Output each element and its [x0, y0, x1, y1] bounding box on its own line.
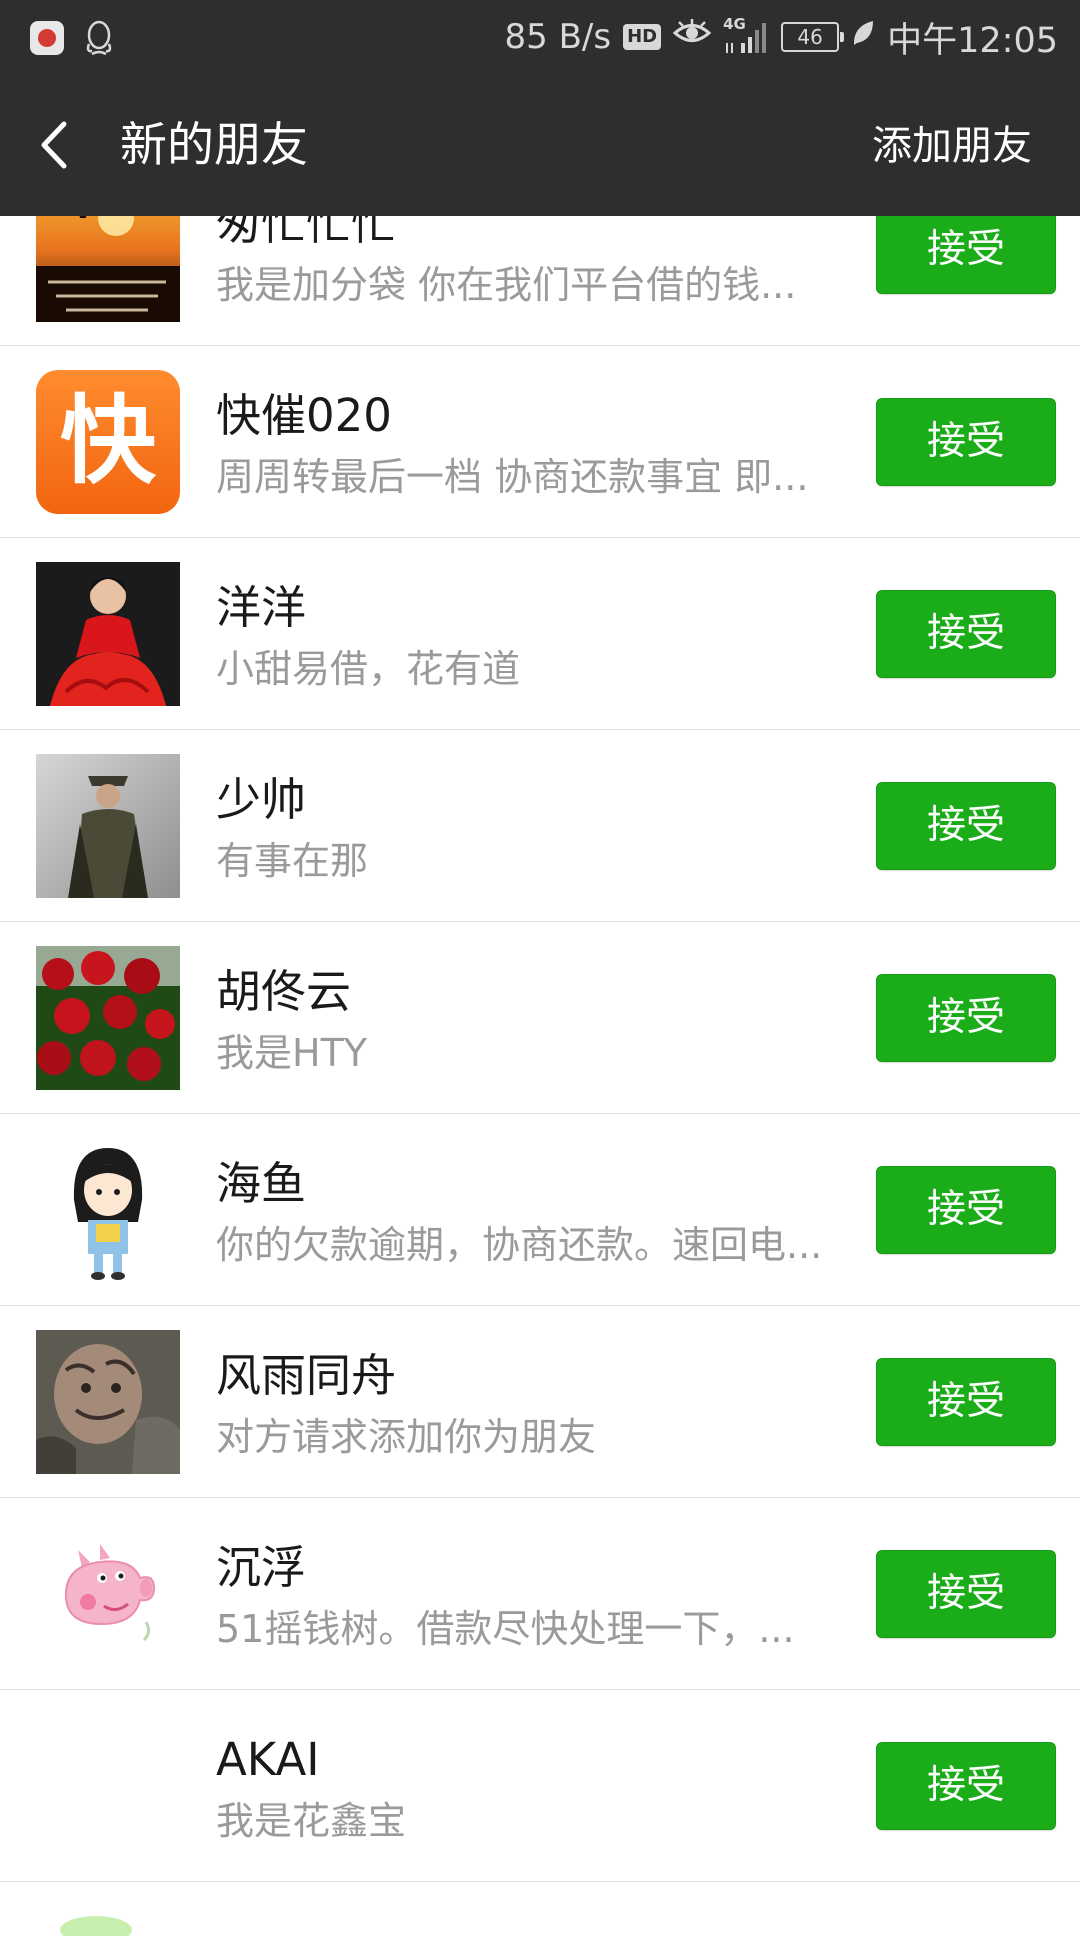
friend-message: 我是HTY	[216, 1031, 367, 1075]
avatar[interactable]	[36, 946, 180, 1090]
list-item[interactable]: AKAI 我是花鑫宝 接受	[0, 1690, 1080, 1882]
peppa-pig-icon	[36, 1522, 180, 1666]
friend-message: 对方请求添加你为朋友	[216, 1415, 597, 1459]
clock: 中午12:05	[887, 20, 1058, 61]
accept-button[interactable]: 接受	[876, 590, 1056, 678]
partial-avatar-icon	[36, 1900, 180, 1936]
status-bar-left	[30, 18, 114, 58]
avatar[interactable]	[36, 1138, 180, 1282]
avatar[interactable]	[36, 1522, 180, 1666]
friend-name: 快催020	[216, 389, 392, 442]
woman-red-dress-photo-icon	[36, 562, 180, 706]
accept-button[interactable]: 接受	[876, 782, 1056, 870]
list-item[interactable]: 风雨同舟 对方请求添加你为朋友 接受	[0, 1306, 1080, 1498]
military-officer-photo-icon	[36, 754, 180, 898]
avatar[interactable]	[36, 754, 180, 898]
back-button[interactable]	[28, 110, 98, 180]
friend-message: 你的欠款逾期，协商还款。速回电...	[216, 1223, 823, 1267]
friend-name: 洋洋	[216, 581, 307, 634]
friend-name: 海鱼	[216, 1157, 307, 1210]
list-item[interactable]: 沉浮 51摇钱树。借款尽快处理一下，... 接受	[0, 1498, 1080, 1690]
accept-button[interactable]: 接受	[876, 1166, 1056, 1254]
status-bar-right: 85 B/s HD 4G 46 中午12:05	[504, 14, 1058, 61]
status-bar: 85 B/s HD 4G 46 中午12:05	[0, 0, 1080, 74]
app-notification-icon	[30, 21, 64, 55]
list-item-partial	[0, 1882, 1080, 1942]
list-item[interactable]: 洋洋 小甜易借，花有道 接受	[0, 538, 1080, 730]
accept-button[interactable]: 接受	[876, 1358, 1056, 1446]
eye-icon	[672, 17, 712, 57]
orange-kuai-logo-icon: 快	[36, 370, 180, 514]
friend-name: AKAI	[216, 1733, 320, 1786]
friend-name: 胡佟云	[216, 965, 352, 1018]
accept-button[interactable]: 接受	[876, 1550, 1056, 1638]
leaf-icon	[851, 17, 875, 57]
list-item[interactable]: 少帅 有事在那 接受	[0, 730, 1080, 922]
battery-level: 46	[797, 25, 823, 49]
accept-button[interactable]: 接受	[876, 1742, 1056, 1830]
list-item[interactable]: 海鱼 你的欠款逾期，协商还款。速回电... 接受	[0, 1114, 1080, 1306]
friend-message: 周周转最后一档 协商还款事宜 即...	[216, 455, 809, 499]
page-title: 新的朋友	[120, 118, 308, 173]
list-item[interactable]: 快 快催020 周周转最后一档 协商还款事宜 即... 接受	[0, 346, 1080, 538]
accept-button[interactable]: 接受	[876, 974, 1056, 1062]
avatar[interactable]	[36, 562, 180, 706]
network-speed: 85 B/s	[504, 17, 612, 57]
accept-button[interactable]: 接受	[876, 398, 1056, 486]
friend-message: 有事在那	[216, 839, 369, 883]
friend-name: 沉浮	[216, 1541, 307, 1594]
hd-badge: HD	[623, 24, 662, 50]
friend-message: 小甜易借，花有道	[216, 647, 521, 691]
signal-icon: 4G	[723, 15, 769, 55]
cartoon-girl-icon	[36, 1138, 180, 1282]
red-roses-photo-icon	[36, 946, 180, 1090]
avatar[interactable]: 快	[36, 370, 180, 514]
chevron-left-icon	[41, 121, 67, 169]
friend-message: 我是花鑫宝	[216, 1799, 407, 1843]
list-item[interactable]: 胡佟云 我是HTY 接受	[0, 922, 1080, 1114]
kuai-logo-text: 快	[60, 385, 157, 497]
battery-icon: 46	[781, 22, 845, 52]
friend-name: 风雨同舟	[216, 1349, 397, 1402]
qq-icon	[84, 20, 114, 56]
title-bar: 新的朋友 添加朋友	[0, 74, 1080, 216]
avatar	[36, 1900, 180, 1936]
accept-button[interactable]: 接受	[876, 206, 1056, 294]
friend-message: 51摇钱树。借款尽快处理一下，...	[216, 1607, 795, 1651]
add-friend-button[interactable]: 添加朋友	[872, 116, 1032, 176]
avatar[interactable]	[36, 1714, 180, 1858]
friend-name: 少帅	[216, 773, 307, 826]
network-type: 4G	[723, 15, 746, 33]
avatar[interactable]	[36, 1330, 180, 1474]
friend-message: 我是加分袋 你在我们平台借的钱...	[216, 263, 797, 307]
tattooed-face-photo-icon	[36, 1330, 180, 1474]
friend-request-list: 匆忙忙忙 我是加分袋 你在我们平台借的钱... 接受 快 快催020 周周转最后…	[0, 154, 1080, 1942]
